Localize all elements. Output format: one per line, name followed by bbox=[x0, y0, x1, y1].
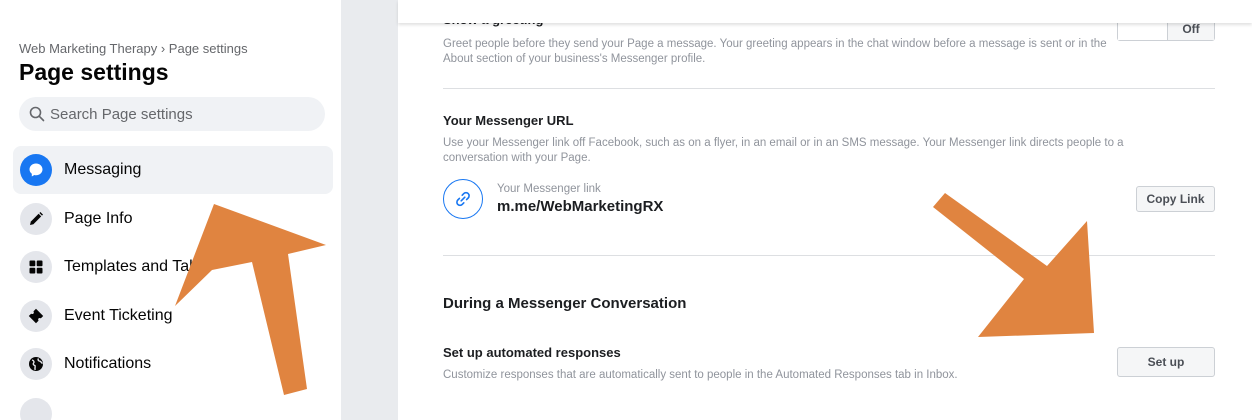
sidebar-item-label: Notifications bbox=[64, 355, 152, 372]
sidebar: Web Marketing Therapy › Page settings Pa… bbox=[0, 0, 341, 420]
breadcrumb[interactable]: Web Marketing Therapy › Page settings bbox=[19, 41, 248, 56]
search-box[interactable] bbox=[19, 97, 325, 131]
greeting-description: Greet people before they send your Page … bbox=[443, 38, 1107, 65]
messenger-link-value[interactable]: m.me/WebMarketingRX bbox=[497, 198, 663, 215]
sidebar-item-page-info[interactable]: Page Info bbox=[13, 195, 333, 243]
automated-responses-description: Customize responses that are automatical… bbox=[443, 369, 958, 381]
ticket-icon bbox=[20, 300, 52, 332]
globe-icon bbox=[20, 348, 52, 380]
copy-link-button[interactable]: Copy Link bbox=[1136, 186, 1215, 212]
sidebar-item-label: Page Info bbox=[64, 210, 133, 227]
pencil-icon bbox=[20, 203, 52, 235]
grid-icon bbox=[20, 251, 52, 283]
setup-button[interactable]: Set up bbox=[1117, 347, 1215, 377]
search-input[interactable] bbox=[50, 97, 318, 131]
content-gutter bbox=[341, 0, 398, 420]
sidebar-item-event-ticketing[interactable]: Event Ticketing bbox=[13, 292, 333, 340]
sidebar-item-notifications[interactable]: Notifications bbox=[13, 340, 333, 388]
settings-panel: Show a greeting Greet people before they… bbox=[398, 0, 1252, 420]
more-icon bbox=[20, 398, 52, 420]
divider bbox=[443, 255, 1215, 256]
link-icon bbox=[443, 179, 483, 219]
messenger-icon bbox=[20, 154, 52, 186]
sidebar-item-more[interactable] bbox=[13, 390, 333, 420]
sidebar-item-label: Event Ticketing bbox=[64, 307, 173, 324]
page-title: Page settings bbox=[19, 59, 169, 85]
header-overlay bbox=[398, 0, 1252, 23]
divider bbox=[443, 88, 1215, 89]
automated-responses-title: Set up automated responses bbox=[443, 345, 621, 360]
sidebar-item-label: Messaging bbox=[64, 161, 142, 178]
search-icon bbox=[29, 106, 45, 122]
messenger-url-title: Your Messenger URL bbox=[443, 113, 574, 128]
conversation-section-title: During a Messenger Conversation bbox=[443, 295, 687, 312]
sidebar-item-messaging[interactable]: Messaging bbox=[13, 146, 333, 194]
sidebar-item-label: Templates and Tabs bbox=[64, 258, 207, 275]
sidebar-item-templates-and-tabs[interactable]: Templates and Tabs bbox=[13, 243, 333, 291]
messenger-link-caption: Your Messenger link bbox=[497, 183, 601, 195]
messenger-url-description: Use your Messenger link off Facebook, su… bbox=[443, 137, 1124, 164]
